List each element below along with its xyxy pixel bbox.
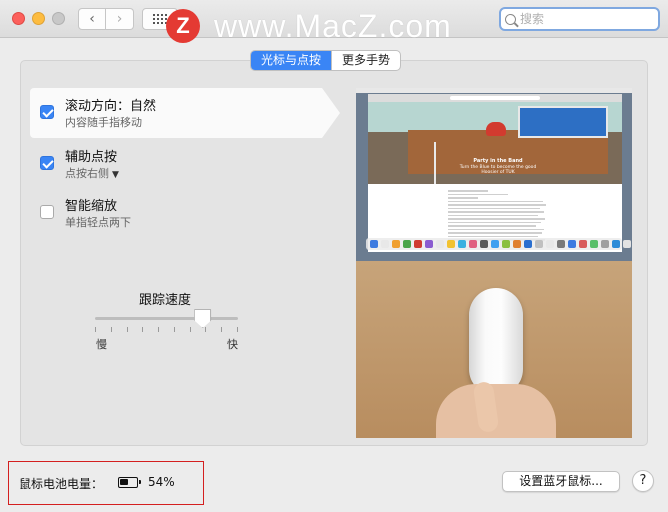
watermark-logo: Z xyxy=(166,9,200,43)
close-button[interactable] xyxy=(12,12,25,25)
tab-bar: 光标与点按 更多手势 xyxy=(250,50,402,71)
magic-mouse-image xyxy=(469,288,523,396)
preview-screen: Party in the Band Turn the Blue to becom… xyxy=(356,88,632,261)
battery-label: 鼠标电池电量： xyxy=(19,477,104,491)
preview-article xyxy=(448,190,548,243)
gesture-preview-video: Party in the Band Turn the Blue to becom… xyxy=(356,88,632,438)
option-subtitle: 内容随手指移动 xyxy=(65,116,142,129)
minimize-button[interactable] xyxy=(32,12,45,25)
search-field[interactable] xyxy=(499,7,660,31)
slider-tick xyxy=(221,327,222,332)
slider-tick xyxy=(127,327,128,332)
slider-min-label: 慢 xyxy=(96,338,107,351)
tab-point-and-click[interactable]: 光标与点按 xyxy=(251,51,332,70)
secondary-click-dropdown[interactable]: 点按右侧 ▼ xyxy=(65,165,119,181)
preview-browser: Party in the Band Turn the Blue to becom… xyxy=(368,94,622,252)
battery-icon xyxy=(118,477,141,488)
nav-buttons: ‹ › xyxy=(78,8,134,30)
slider-tick xyxy=(158,327,159,332)
slider-tick xyxy=(237,327,238,332)
search-icon xyxy=(505,13,516,25)
chevron-left-icon: ‹ xyxy=(89,11,95,27)
battery-percent: 54% xyxy=(148,475,175,489)
grid-icon xyxy=(153,14,167,24)
tracking-speed-slider[interactable] xyxy=(95,317,238,320)
back-button[interactable]: ‹ xyxy=(78,8,106,30)
chevron-down-icon: ▼ xyxy=(112,170,119,180)
zoom-button[interactable] xyxy=(52,12,65,25)
tab-more-gestures[interactable]: 更多手势 xyxy=(331,51,400,70)
slider-tick xyxy=(111,327,112,332)
slider-tick xyxy=(190,327,191,332)
option-title: 智能缩放 xyxy=(65,199,118,214)
title-bar: ‹ › Z www.MacZ.com 鼠标 xyxy=(0,0,668,44)
option-subtitle: 单指轻点两下 xyxy=(65,216,131,229)
help-button[interactable]: ? xyxy=(632,470,654,492)
search-input[interactable] xyxy=(520,12,650,26)
preview-dock xyxy=(366,238,631,250)
setup-bluetooth-mouse-button[interactable]: 设置蓝牙鼠标... xyxy=(502,471,620,492)
slider-tick xyxy=(174,327,175,332)
chevron-right-icon: › xyxy=(116,11,123,27)
option-title: 滚动方向：自然 xyxy=(65,99,157,114)
forward-button[interactable]: › xyxy=(106,8,134,30)
tracking-speed-label: 跟踪速度 xyxy=(139,293,192,308)
preview-hero-image: Party in the Band Turn the Blue to becom… xyxy=(368,102,622,184)
option-subtitle: 点按右侧 xyxy=(65,167,109,180)
slider-tick xyxy=(205,327,206,332)
watermark-text: www.MacZ.com xyxy=(214,8,452,44)
slider-tick xyxy=(142,327,143,332)
preview-caption: Party in the Band Turn the Blue to becom… xyxy=(459,158,537,176)
smart-zoom-checkbox[interactable] xyxy=(40,205,54,219)
option-title: 辅助点按 xyxy=(65,150,118,165)
slider-max-label: 快 xyxy=(227,338,238,351)
scroll-direction-checkbox[interactable] xyxy=(40,105,54,119)
slider-tick xyxy=(95,327,96,332)
secondary-click-checkbox[interactable] xyxy=(40,156,54,170)
